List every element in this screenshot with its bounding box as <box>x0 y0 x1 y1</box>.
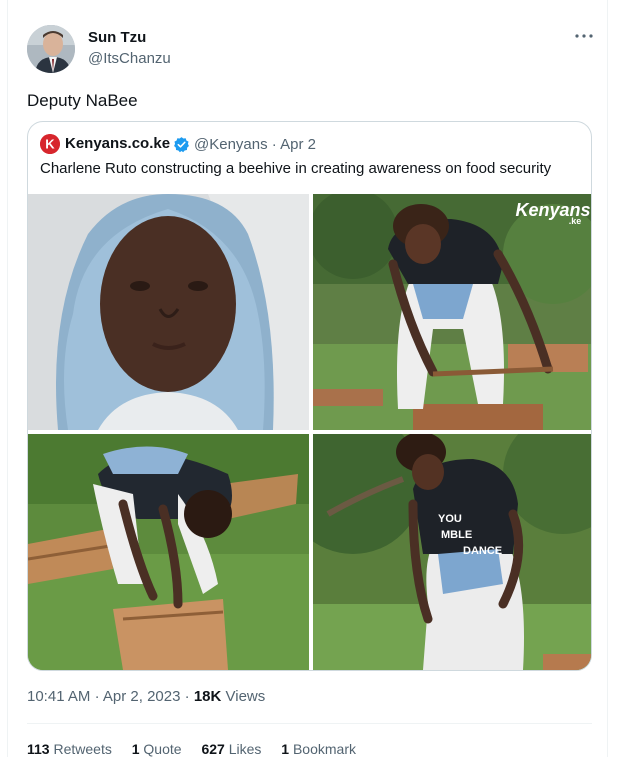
photo-4[interactable]: YOU MBLE DANCE <box>313 434 591 670</box>
logo-letter: K <box>45 137 55 152</box>
likes-stat[interactable]: 627 Likes <box>201 741 261 757</box>
kenyans-logo-icon[interactable]: K <box>40 134 60 154</box>
retweets-stat[interactable]: 113 Retweets <box>27 741 112 757</box>
likes-count: 627 <box>201 741 225 757</box>
quoted-tweet-card[interactable]: K Kenyans.co.ke @Kenyans · Apr 2 Charlen… <box>27 121 592 671</box>
retweets-count: 113 <box>27 741 50 757</box>
quotes-label: Quote <box>143 741 182 757</box>
divider <box>27 723 592 724</box>
photo-2[interactable]: Kenyans .ke <box>313 194 591 430</box>
verified-badge-icon <box>173 136 190 153</box>
quoted-handle[interactable]: @Kenyans <box>194 136 268 153</box>
meta-dot-2: · <box>184 688 190 705</box>
shirt-text-3: DANCE <box>463 545 502 557</box>
retweets-label: Retweets <box>53 741 112 757</box>
tweet-meta: 10:41 AM · Apr 2, 2023 · 18K Views <box>27 688 265 705</box>
photo-3[interactable] <box>28 434 309 670</box>
dot-separator: · <box>271 136 277 153</box>
tweet-text: Deputy NaBee <box>27 91 138 110</box>
quotes-count: 1 <box>131 741 140 757</box>
kenyans-watermark-sub: .ke <box>569 216 582 226</box>
author-name[interactable]: Sun Tzu <box>88 29 146 46</box>
tweet-time[interactable]: 10:41 AM <box>27 688 90 705</box>
views-count: 18K <box>193 688 222 705</box>
timeline-border-right <box>607 0 608 757</box>
tweet-stats: 113 Retweets 1 Quote 627 Likes 1 Bookmar… <box>27 741 372 757</box>
photo-grid: Kenyans .ke YOU MBLE DANCE <box>28 194 591 670</box>
likes-label: Likes <box>228 741 262 757</box>
quotes-stat[interactable]: 1 Quote <box>132 741 182 757</box>
views-label: Views <box>225 688 266 705</box>
quoted-author-name[interactable]: Kenyans.co.ke <box>65 135 170 152</box>
quoted-tweet-text: Charlene Ruto constructing a beehive in … <box>40 160 552 177</box>
timeline-border-left <box>7 0 8 757</box>
tweet-date[interactable]: Apr 2, 2023 <box>103 688 181 705</box>
photo-1[interactable] <box>28 194 309 430</box>
bookmarks-stat[interactable]: 1 Bookmark <box>281 741 356 757</box>
quoted-handle-date: @Kenyans · Apr 2 <box>194 136 316 153</box>
author-handle[interactable]: @ItsChanzu <box>88 50 171 67</box>
shirt-text-1: YOU <box>438 513 462 525</box>
shirt-text-2: MBLE <box>441 529 472 541</box>
author-avatar[interactable] <box>27 25 75 73</box>
meta-dot-1: · <box>94 688 100 705</box>
more-horizontal-icon[interactable] <box>573 26 595 46</box>
quoted-date[interactable]: Apr 2 <box>280 136 316 153</box>
bookmarks-label: Bookmark <box>292 741 356 757</box>
avatar-image <box>27 25 75 73</box>
bookmarks-count: 1 <box>281 741 290 757</box>
